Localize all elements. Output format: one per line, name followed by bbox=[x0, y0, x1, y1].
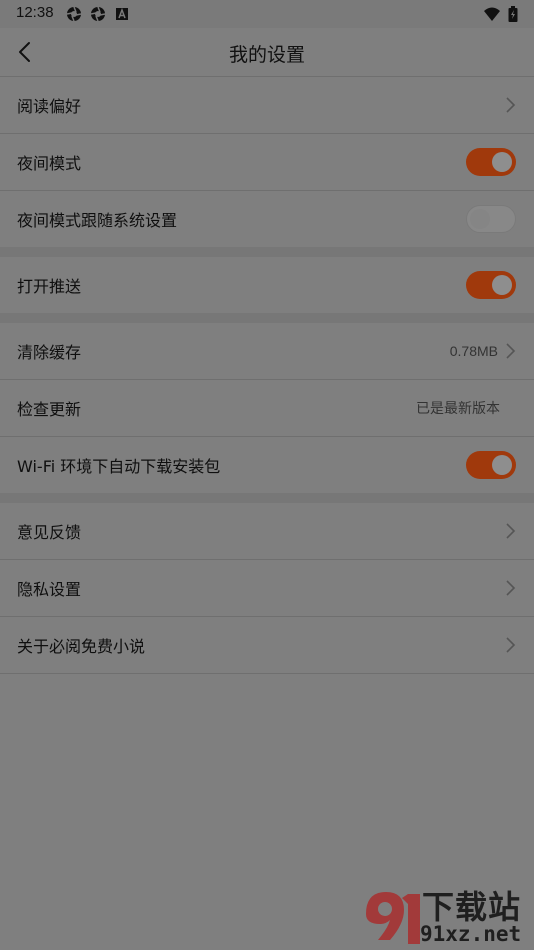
battery-icon bbox=[508, 6, 518, 22]
setting-row-check-update[interactable]: 检查更新 已是最新版本 bbox=[0, 380, 534, 437]
group-divider bbox=[0, 493, 534, 503]
setting-row-privacy[interactable]: 隐私设置 bbox=[0, 560, 534, 617]
setting-label: 清除缓存 bbox=[17, 343, 82, 362]
chevron-right-icon bbox=[506, 637, 516, 653]
setting-row-about[interactable]: 关于必阅免费小说 bbox=[0, 617, 534, 674]
aperture-icon bbox=[90, 6, 106, 22]
push-toggle[interactable] bbox=[466, 271, 516, 299]
setting-row-wifi-auto-download: Wi-Fi 环境下自动下载安装包 bbox=[0, 437, 534, 493]
setting-row-push: 打开推送 bbox=[0, 257, 534, 313]
chevron-right-icon bbox=[506, 580, 516, 596]
night-mode-follow-system-toggle[interactable] bbox=[466, 205, 516, 233]
setting-label: 关于必阅免费小说 bbox=[17, 637, 146, 656]
group-divider bbox=[0, 247, 534, 257]
setting-row-night-mode: 夜间模式 bbox=[0, 134, 534, 191]
watermark-text-en: 91xz.net bbox=[420, 922, 522, 946]
setting-label: 隐私设置 bbox=[17, 580, 82, 599]
settings-group-about: 意见反馈 隐私设置 关于必阅免费小说 bbox=[0, 503, 534, 674]
wifi-auto-download-toggle[interactable] bbox=[466, 451, 516, 479]
settings-list: 阅读偏好 夜间模式 夜间模式跟随系统设置 打开推送 清除缓存 0.78MB 检查… bbox=[0, 77, 534, 674]
page-title: 我的设置 bbox=[228, 44, 305, 66]
setting-label: 打开推送 bbox=[17, 277, 82, 296]
watermark: 下载站 91xz.net bbox=[354, 880, 530, 950]
status-time: 12:38 bbox=[16, 4, 54, 21]
chevron-right-icon bbox=[506, 343, 516, 359]
group-divider bbox=[0, 313, 534, 323]
setting-row-feedback[interactable]: 意见反馈 bbox=[0, 503, 534, 560]
setting-row-clear-cache[interactable]: 清除缓存 0.78MB bbox=[0, 323, 534, 380]
settings-group-push: 打开推送 bbox=[0, 257, 534, 313]
settings-group-storage: 清除缓存 0.78MB 检查更新 已是最新版本 Wi-Fi 环境下自动下载安装包 bbox=[0, 323, 534, 493]
status-system-icons bbox=[484, 6, 518, 22]
update-status-value: 已是最新版本 bbox=[416, 400, 500, 416]
app-header: 我的设置 bbox=[0, 28, 534, 77]
setting-label: 夜间模式 bbox=[17, 154, 82, 173]
chevron-right-icon bbox=[506, 97, 516, 113]
night-mode-toggle[interactable] bbox=[466, 148, 516, 176]
aperture-icon bbox=[66, 6, 82, 22]
status-notification-icons bbox=[66, 6, 130, 22]
status-bar: 12:38 bbox=[0, 0, 534, 28]
cache-size-value: 0.78MB bbox=[449, 343, 498, 359]
settings-group-reading: 阅读偏好 夜间模式 夜间模式跟随系统设置 bbox=[0, 77, 534, 247]
app-a-icon bbox=[116, 7, 128, 20]
setting-row-night-mode-follow-system: 夜间模式跟随系统设置 bbox=[0, 191, 534, 247]
setting-label: 意见反馈 bbox=[17, 523, 82, 542]
chevron-right-icon bbox=[506, 523, 516, 539]
setting-label: 阅读偏好 bbox=[17, 97, 82, 116]
setting-label: Wi-Fi 环境下自动下载安装包 bbox=[17, 457, 221, 476]
setting-label: 检查更新 bbox=[17, 400, 82, 419]
watermark-logo-icon bbox=[366, 892, 420, 944]
wifi-icon bbox=[484, 7, 500, 21]
setting-label: 夜间模式跟随系统设置 bbox=[17, 211, 178, 230]
setting-row-reading-preference[interactable]: 阅读偏好 bbox=[0, 77, 534, 134]
